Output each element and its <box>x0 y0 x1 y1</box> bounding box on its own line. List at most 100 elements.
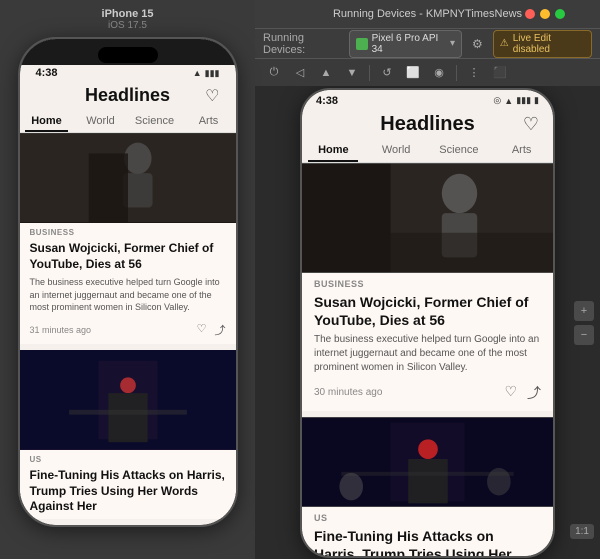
more-btn[interactable]: ⋮ <box>463 62 485 84</box>
zoom-out-btn[interactable]: − <box>574 325 594 345</box>
pixel-icon <box>356 38 367 50</box>
article-image-phone-1 <box>20 133 236 223</box>
back-btn[interactable]: ◁ <box>289 62 311 84</box>
battery-icon-android: ▮ <box>534 95 539 106</box>
tab-world-android[interactable]: World <box>365 138 428 162</box>
android-screen: 4:38 ◎ ▲ ▮▮▮ ▮ Headlines ♡ Home Worl <box>302 90 553 556</box>
chevron-down-icon: ▾ <box>450 38 455 49</box>
share-icon-android-1[interactable]: ⤴ <box>527 383 541 403</box>
article-image-phone-2 <box>20 350 236 450</box>
scroll-area-android[interactable]: BUSINESS Susan Wojcicki, Former Chief of… <box>302 163 553 556</box>
android-frame: 4:38 ◎ ▲ ▮▮▮ ▮ Headlines ♡ Home Worl <box>300 88 555 558</box>
signal-icon-android: ▮▮▮ <box>516 95 531 106</box>
article-title-phone-2: Fine-Tuning His Attacks on Harris, Trump… <box>20 466 236 519</box>
tab-science-android[interactable]: Science <box>428 138 491 162</box>
tabs-android: Home World Science Arts <box>302 138 553 163</box>
ide-toolbar: Running Devices: Pixel 6 Pro API 34 ▾ ⚙ … <box>255 28 600 58</box>
toolbar-label: Running Devices: <box>263 32 343 56</box>
device-info: iPhone 15 iOS 17.5 <box>102 8 154 31</box>
article-actions-android-1: ♡ ⤴ <box>504 383 541 403</box>
article-footer-android-1: 30 minutes ago ♡ ⤴ <box>302 379 553 411</box>
zoom-in-btn[interactable]: + <box>574 301 594 321</box>
article-title-android-2: Fine-Tuning His Attacks on Harris, Trump… <box>302 525 553 556</box>
warning-icon: ⚠ <box>500 38 509 49</box>
article-category-android-1: BUSINESS <box>302 273 553 291</box>
article-card-phone-2[interactable]: US Fine-Tuning His Attacks on Harris, Tr… <box>20 350 236 519</box>
device-screen-area: 4:38 ◎ ▲ ▮▮▮ ▮ Headlines ♡ Home Worl <box>255 86 600 559</box>
article-title-phone-1: Susan Wojcicki, Former Chief of YouTube,… <box>20 239 236 276</box>
tabs-phone: Home World Science Arts <box>20 110 236 133</box>
rotate-btn[interactable]: ↺ <box>376 62 398 84</box>
ide-title-bar: Running Devices - KMPNYTimesNews <box>255 0 600 28</box>
tab-world-phone[interactable]: World <box>74 110 128 132</box>
article-footer-phone-1: 31 minutes ago ♡ ⤴ <box>20 318 236 344</box>
live-edit-text: Live Edit disabled <box>513 33 585 55</box>
close-button[interactable] <box>525 9 535 19</box>
app-title-android: Headlines <box>380 113 474 136</box>
live-edit-badge: ⚠ Live Edit disabled <box>493 30 592 58</box>
app-title-phone: Headlines <box>85 85 170 106</box>
article-category-android-2: US <box>302 507 553 525</box>
volume-down-btn[interactable]: ▼ <box>341 62 363 84</box>
right-ide-panel: Running Devices - KMPNYTimesNews Running… <box>255 0 600 559</box>
tab-arts-phone[interactable]: Arts <box>182 110 236 132</box>
article-category-phone-2: US <box>20 450 236 466</box>
device-os: iOS 17.5 <box>102 20 154 31</box>
battery-icon: ▮▮▮ <box>205 68 220 79</box>
tab-science-phone[interactable]: Science <box>128 110 182 132</box>
wifi-icon-android: ▲ <box>504 96 513 106</box>
article-card-android-2[interactable]: US Fine-Tuning His Attacks on Harris, Tr… <box>302 417 553 556</box>
maximize-button[interactable] <box>555 9 565 19</box>
like-icon-android-1[interactable]: ♡ <box>504 383 517 403</box>
article-card-phone-1[interactable]: BUSINESS Susan Wojcicki, Former Chief of… <box>20 133 236 344</box>
ide-controls-bar: ⏻ ◁ ▲ ▼ ↺ ⬜ ◉ ⋮ ⬛ <box>255 58 600 86</box>
volume-up-btn[interactable]: ▲ <box>315 62 337 84</box>
status-bar-phone: 4:38 ▲ ▮▮▮ <box>20 65 236 81</box>
app-header-android: Headlines ♡ <box>302 109 553 138</box>
app-header-phone: Headlines ♡ <box>20 81 236 110</box>
scroll-area-phone[interactable]: BUSINESS Susan Wojcicki, Former Chief of… <box>20 133 236 525</box>
tab-home-phone[interactable]: Home <box>20 110 74 132</box>
tab-home-android[interactable]: Home <box>302 138 365 162</box>
device-selector[interactable]: Pixel 6 Pro API 34 ▾ <box>349 30 462 58</box>
toolbar-btn-settings[interactable]: ⚙ <box>468 34 487 54</box>
ctrl-divider-2 <box>456 65 457 81</box>
status-icons-phone: ▲ ▮▮▮ <box>193 68 220 79</box>
article-card-android-1[interactable]: BUSINESS Susan Wojcicki, Former Chief of… <box>302 163 553 411</box>
location-icon: ◎ <box>493 95 501 106</box>
crowd-image-phone-2 <box>20 350 236 450</box>
tab-arts-android[interactable]: Arts <box>490 138 553 162</box>
article-image-android-1 <box>302 163 553 273</box>
person-image-1 <box>20 133 236 223</box>
left-simulator-panel: iPhone 15 iOS 17.5 4:38 ▲ ▮▮▮ Headlines … <box>0 0 255 559</box>
android-time: 4:38 <box>316 95 338 107</box>
iphone-screen: 4:38 ▲ ▮▮▮ Headlines ♡ Home World Scienc… <box>20 39 236 525</box>
article-desc-phone-1: The business executive helped turn Googl… <box>20 276 236 318</box>
ide-title: Running Devices - KMPNYTimesNews <box>333 8 522 20</box>
camera-btn[interactable]: ◉ <box>428 62 450 84</box>
iphone-frame: 4:38 ▲ ▮▮▮ Headlines ♡ Home World Scienc… <box>18 37 238 527</box>
phone-time: 4:38 <box>36 67 58 79</box>
android-status-icons: ◎ ▲ ▮▮▮ ▮ <box>493 95 539 106</box>
article-actions-phone-1: ♡ ⤴ <box>197 322 226 338</box>
android-status-bar: 4:38 ◎ ▲ ▮▮▮ ▮ <box>302 90 553 109</box>
minimize-button[interactable] <box>540 9 550 19</box>
device-model: iPhone 15 <box>102 8 154 20</box>
article-desc-android-1: The business executive helped turn Googl… <box>302 333 553 379</box>
article-image-android-2 <box>302 417 553 507</box>
article-time-android-1: 30 minutes ago <box>314 387 382 398</box>
share-icon-phone-1[interactable]: ⤴ <box>215 322 226 338</box>
ratio-badge: 1:1 <box>570 524 594 539</box>
dynamic-island <box>98 47 158 63</box>
heart-icon-phone[interactable]: ♡ <box>205 86 219 106</box>
heart-icon-android[interactable]: ♡ <box>523 114 539 135</box>
article-title-android-1: Susan Wojcicki, Former Chief of YouTube,… <box>302 291 553 333</box>
notch-bar <box>20 39 236 65</box>
fold-btn[interactable]: ⬛ <box>489 62 511 84</box>
screenshot-btn[interactable]: ⬜ <box>402 62 424 84</box>
like-icon-phone-1[interactable]: ♡ <box>197 322 207 338</box>
ctrl-divider-1 <box>369 65 370 81</box>
article-time-phone-1: 31 minutes ago <box>30 325 92 335</box>
power-btn[interactable]: ⏻ <box>263 62 285 84</box>
article-category-phone-1: BUSINESS <box>20 223 236 239</box>
